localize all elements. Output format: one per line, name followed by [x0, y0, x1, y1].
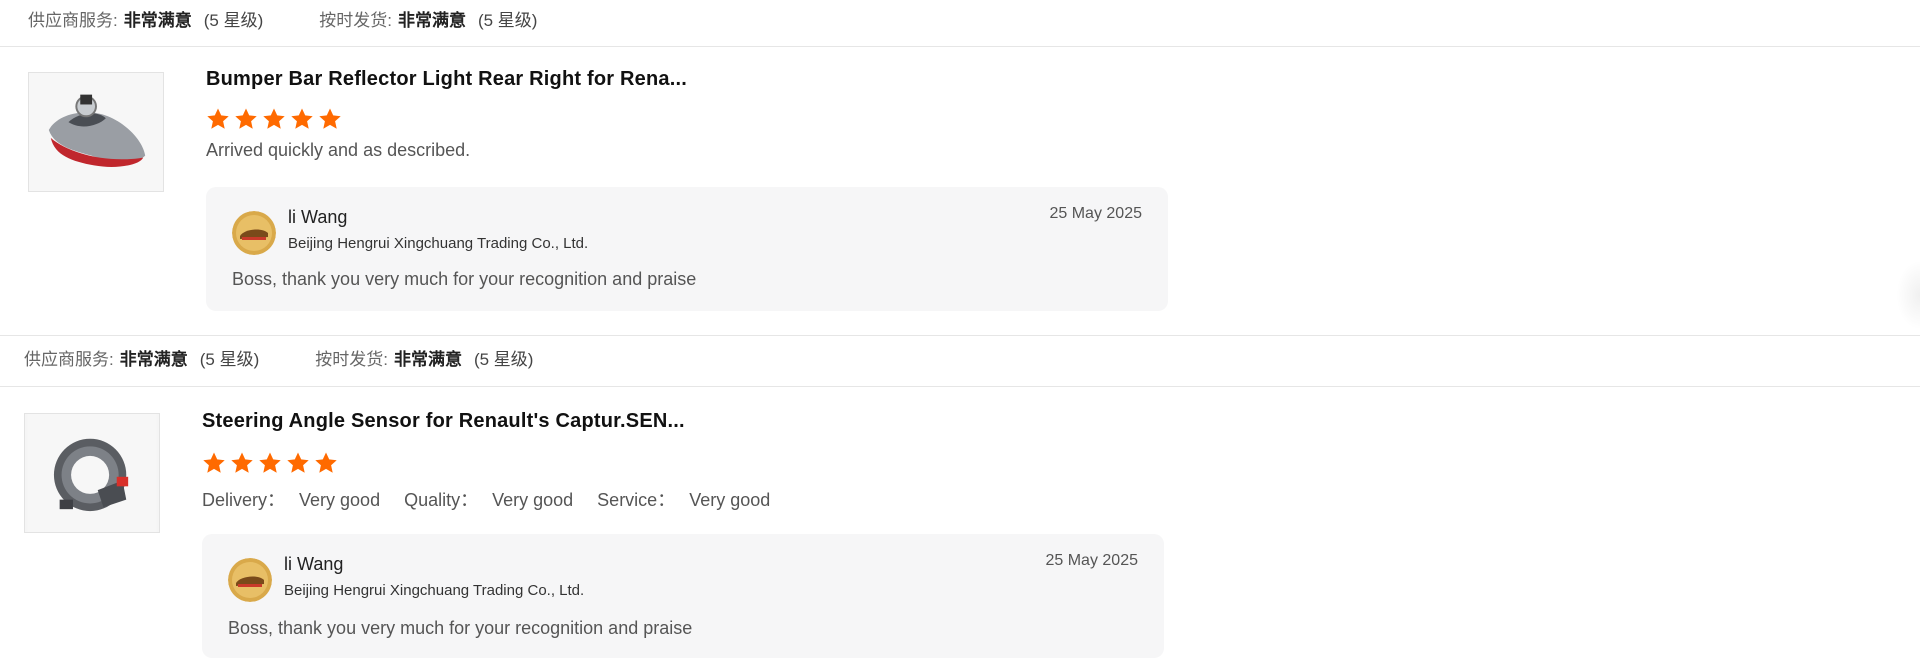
supplier-service-rating: 供应商服务: 非常满意 (5 星级) [24, 345, 259, 370]
reply-author-name: li Wang [284, 554, 344, 574]
review-detail-value: Very good [299, 490, 381, 510]
divider [0, 386, 1920, 387]
shipping-rating: 按时发货: 非常满意 (5 星级) [319, 6, 537, 31]
reply-text: Boss, thank you very much for your recog… [232, 269, 697, 289]
shipping-level: (5 星级) [473, 350, 534, 369]
supplier-rating-line: 供应商服务: 非常满意 (5 星级) 按时发货: 非常满意 (5 星级) [24, 345, 533, 370]
shipping-rating: 按时发货: 非常满意 (5 星级) [315, 345, 533, 370]
supplier-service-level: (5 星级) [203, 11, 264, 30]
company-logo-avatar-icon [228, 558, 272, 602]
review-detail-delivery: Delivery： Very good [202, 486, 380, 512]
review-text: Arrived quickly and as described. [206, 140, 471, 160]
star-icon [263, 108, 285, 129]
shipping-label: 按时发货: [319, 11, 392, 30]
product-title[interactable]: Steering Angle Sensor for Renault's Capt… [202, 410, 685, 433]
star-icon [291, 108, 313, 129]
product-thumbnail[interactable] [24, 413, 160, 533]
supplier-service-rating: 供应商服务: 非常满意 (5 星级) [28, 6, 263, 31]
supplier-service-value: 非常满意 [119, 350, 188, 369]
supplier-service-level: (5 星级) [199, 350, 260, 369]
supplier-service-label: 供应商服务: [28, 11, 118, 30]
star-rating [202, 451, 338, 475]
reviews-page: 供应商服务: 非常满意 (5 星级) 按时发货: 非常满意 (5 星级) Bum… [0, 0, 1920, 658]
reply-text: Boss, thank you very much for your recog… [228, 618, 693, 638]
review-detail-value: Very good [492, 490, 574, 510]
supplier-service-label: 供应商服务: [24, 350, 114, 369]
review-detail-quality: Quality： Very good [404, 486, 573, 512]
star-icon [287, 452, 309, 473]
supplier-reply: li Wang Beijing Hengrui Xingchuang Tradi… [206, 187, 1168, 311]
edge-shadow [1896, 260, 1920, 330]
shipping-level: (5 星级) [477, 11, 538, 30]
review-details: Delivery： Very good Quality： Very good Ser… [202, 486, 794, 512]
reply-company-name: Beijing Hengrui Xingchuang Trading Co., … [288, 235, 589, 252]
divider [0, 46, 1920, 47]
tail-light-image [29, 73, 163, 191]
star-icon [319, 108, 341, 129]
reply-author-name: li Wang [288, 207, 348, 227]
review-detail-service: Service： Very good [597, 486, 770, 512]
reply-date: 25 May 2025 [1045, 552, 1138, 569]
shipping-value: 非常满意 [397, 11, 466, 30]
star-icon [259, 452, 281, 473]
shipping-label: 按时发货: [315, 350, 388, 369]
product-title[interactable]: Bumper Bar Reflector Light Rear Right fo… [206, 68, 687, 91]
company-logo-avatar-icon [232, 211, 276, 255]
avatar [228, 558, 272, 602]
star-icon [315, 452, 337, 473]
steering-sensor-image [27, 414, 157, 532]
star-rating [206, 107, 342, 131]
reply-date: 25 May 2025 [1049, 205, 1142, 222]
review-detail-value: Very good [689, 490, 771, 510]
star-icon [231, 452, 253, 473]
shipping-value: 非常满意 [393, 350, 462, 369]
star-icon [203, 452, 225, 473]
review-detail-label: Quality： [404, 490, 479, 510]
product-thumbnail[interactable] [28, 72, 164, 192]
review-detail-label: Delivery： [202, 490, 286, 510]
review-detail-label: Service： [597, 490, 676, 510]
supplier-service-value: 非常满意 [123, 11, 192, 30]
avatar [232, 211, 276, 255]
star-icon [207, 108, 229, 129]
divider [0, 335, 1920, 336]
supplier-rating-line: 供应商服务: 非常满意 (5 星级) 按时发货: 非常满意 (5 星级) [28, 6, 537, 31]
supplier-reply: li Wang Beijing Hengrui Xingchuang Tradi… [202, 534, 1164, 658]
star-icon [235, 108, 257, 129]
reply-company-name: Beijing Hengrui Xingchuang Trading Co., … [284, 582, 585, 599]
